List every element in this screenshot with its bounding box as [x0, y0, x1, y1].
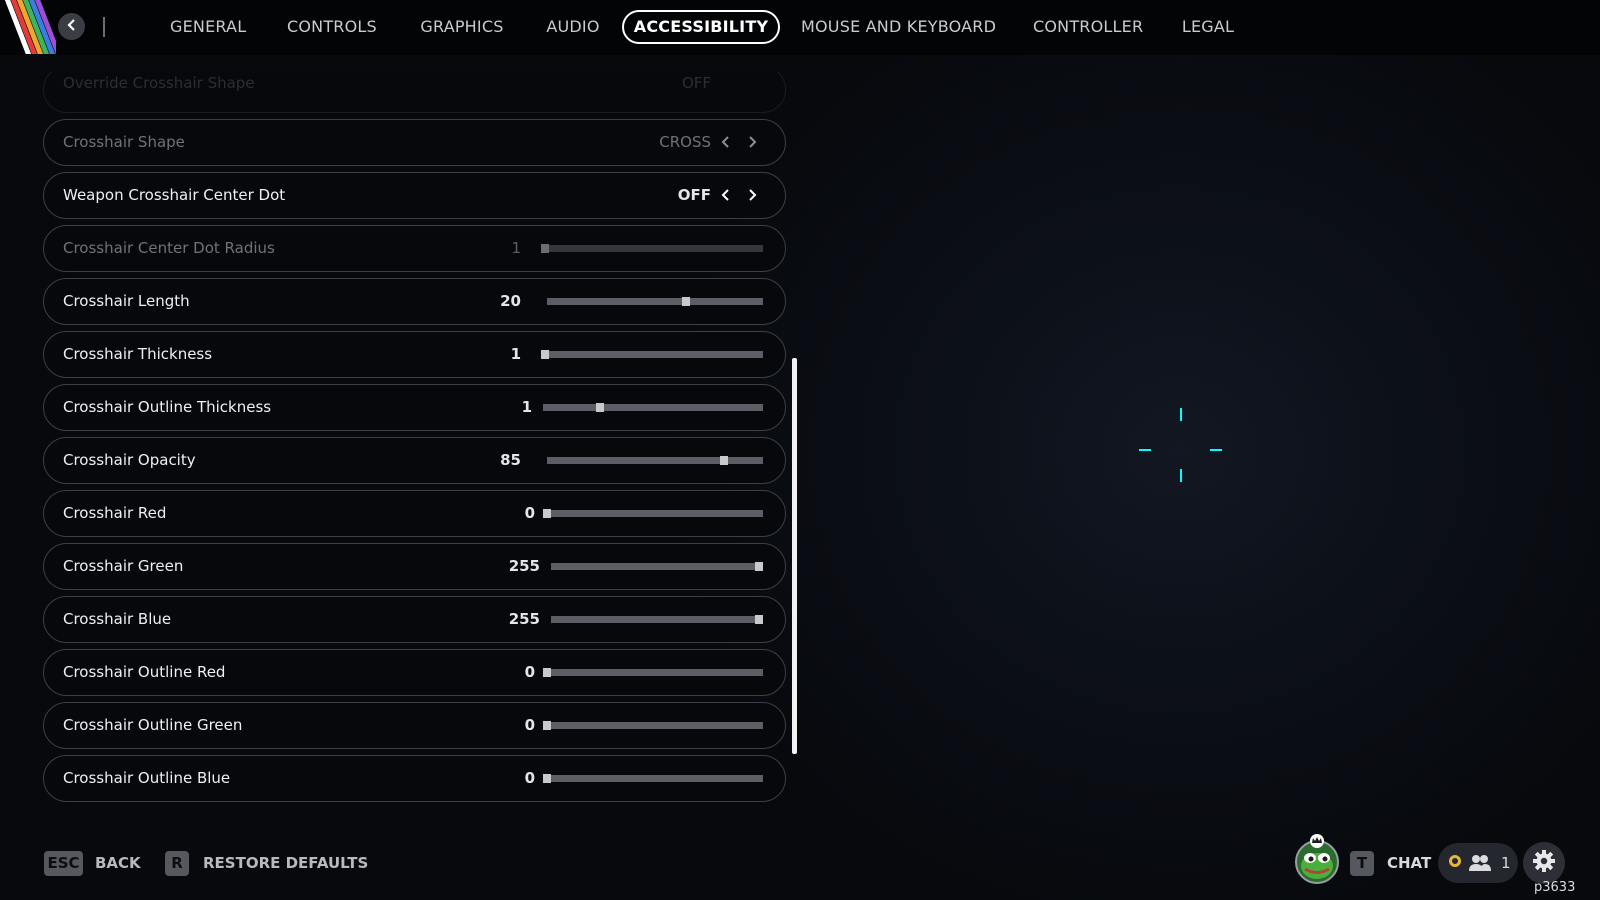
chevron-right-icon[interactable] [742, 185, 762, 205]
back-footer-button[interactable]: BACK [95, 851, 141, 876]
slider-track[interactable] [547, 297, 763, 306]
tab-legal[interactable]: LEGAL [1180, 10, 1236, 44]
slider-thumb[interactable] [755, 562, 763, 571]
slider-track[interactable] [543, 509, 763, 518]
party-status-icon [1449, 855, 1461, 867]
tab-general[interactable]: GENERAL [170, 10, 246, 44]
slider-thumb[interactable] [543, 509, 551, 518]
slider-thumb[interactable] [543, 668, 551, 677]
top-navigation-bar: GENERAL CONTROLS GRAPHICS AUDIO ACCESSIB… [0, 0, 1600, 55]
setting-label: Crosshair Green [63, 557, 184, 575]
setting-row-crosshair-center-dot-radius[interactable]: Crosshair Center Dot Radius 1 [43, 225, 786, 272]
slider-value: 0 [524, 716, 535, 734]
party-button[interactable]: 1 [1438, 843, 1518, 883]
gear-icon [1533, 850, 1555, 876]
slider-value: 1 [511, 239, 521, 257]
slider-track[interactable] [543, 668, 763, 677]
slider-value: 85 [500, 451, 521, 469]
setting-row-crosshair-red[interactable]: Crosshair Red 0 [43, 490, 786, 537]
slider-value: 255 [508, 610, 540, 628]
chevron-right-icon[interactable] [742, 132, 762, 152]
setting-row-crosshair-thickness[interactable]: Crosshair Thickness 1 [43, 331, 786, 378]
tab-controls[interactable]: CONTROLS [287, 10, 377, 44]
slider-value: 0 [524, 769, 535, 787]
slider-track[interactable] [543, 721, 763, 730]
setting-label: Crosshair Blue [63, 610, 172, 628]
setting-label: Crosshair Shape [63, 133, 185, 151]
slider-thumb[interactable] [719, 456, 728, 465]
tab-mouse-and-keyboard[interactable]: MOUSE AND KEYBOARD [801, 10, 996, 44]
r-key-hint: R [165, 851, 189, 876]
tab-accessibility[interactable]: ACCESSIBILITY [622, 10, 780, 44]
setting-row-crosshair-blue[interactable]: Crosshair Blue 255 [43, 596, 786, 643]
slider-track[interactable] [547, 456, 763, 465]
setting-label: Override Crosshair Shape [63, 74, 255, 92]
slider-value: 20 [500, 292, 521, 310]
setting-row-crosshair-length[interactable]: Crosshair Length 20 [43, 278, 786, 325]
build-id: p3633 [1534, 880, 1576, 895]
rainbow-logo-icon [0, 0, 56, 54]
setting-row-crosshair-green[interactable]: Crosshair Green 255 [43, 543, 786, 590]
slider-thumb[interactable] [543, 721, 551, 730]
slider-thumb[interactable] [682, 297, 691, 306]
chat-button[interactable]: CHAT [1387, 851, 1431, 876]
setting-label: Crosshair Thickness [63, 345, 213, 363]
slider-thumb[interactable] [541, 350, 549, 359]
setting-row-weapon-crosshair-center-dot[interactable]: Weapon Crosshair Center Dot OFF [43, 172, 786, 219]
crosshair-preview [1138, 405, 1228, 485]
slider-thumb[interactable] [755, 615, 763, 624]
setting-label: Crosshair Length [63, 292, 190, 310]
setting-row-crosshair-outline-thickness[interactable]: Crosshair Outline Thickness 1 [43, 384, 786, 431]
tab-audio[interactable]: AUDIO [546, 10, 600, 44]
slider-track[interactable] [551, 615, 763, 624]
settings-list[interactable]: Override Crosshair Shape OFF Crosshair S… [43, 72, 788, 808]
t-key-hint: T [1350, 851, 1374, 876]
slider-thumb[interactable] [543, 774, 551, 783]
setting-row-crosshair-opacity[interactable]: Crosshair Opacity 85 [43, 437, 786, 484]
setting-value: OFF [677, 186, 711, 204]
slider-value: 1 [521, 398, 532, 416]
slider-track[interactable] [541, 350, 763, 359]
setting-label: Crosshair Outline Blue [63, 769, 231, 787]
slider-thumb[interactable] [541, 244, 549, 253]
restore-defaults-button[interactable]: RESTORE DEFAULTS [203, 851, 368, 876]
party-count: 1 [1501, 854, 1511, 872]
chevron-left-icon[interactable] [715, 185, 735, 205]
setting-row-crosshair-outline-green[interactable]: Crosshair Outline Green 0 [43, 702, 786, 749]
setting-label: Weapon Crosshair Center Dot [63, 186, 286, 204]
setting-row-override-crosshair-shape[interactable]: Override Crosshair Shape OFF [43, 72, 786, 113]
slider-track[interactable] [543, 403, 763, 412]
setting-label: Crosshair Center Dot Radius [63, 239, 275, 257]
slider-value: 0 [524, 663, 535, 681]
slider-track[interactable] [541, 244, 763, 253]
settings-scrollbar[interactable] [792, 358, 797, 754]
party-icon [1468, 854, 1492, 876]
slider-track[interactable] [551, 562, 763, 571]
setting-label: Crosshair Opacity [63, 451, 196, 469]
tab-controller[interactable]: CONTROLLER [1033, 10, 1143, 44]
setting-label: Crosshair Outline Green [63, 716, 243, 734]
setting-label: Crosshair Outline Red [63, 663, 226, 681]
avatar-icon[interactable] [1293, 834, 1341, 884]
slider-value: 255 [508, 557, 540, 575]
setting-row-crosshair-outline-red[interactable]: Crosshair Outline Red 0 [43, 649, 786, 696]
chevron-left-icon[interactable] [715, 132, 735, 152]
setting-label: Crosshair Red [63, 504, 167, 522]
slider-track[interactable] [543, 774, 763, 783]
setting-row-crosshair-outline-blue[interactable]: Crosshair Outline Blue 0 [43, 755, 786, 802]
slider-value: 1 [510, 345, 521, 363]
esc-key-hint: ESC [44, 851, 83, 876]
tab-graphics[interactable]: GRAPHICS [420, 10, 504, 44]
settings-button[interactable] [1523, 842, 1565, 884]
nav-divider [103, 17, 105, 37]
chevron-left-icon [66, 17, 78, 36]
setting-value: CROSS [659, 133, 711, 151]
setting-row-crosshair-shape[interactable]: Crosshair Shape CROSS [43, 119, 786, 166]
setting-label: Crosshair Outline Thickness [63, 398, 272, 416]
slider-value: 0 [524, 504, 535, 522]
setting-value: OFF [681, 74, 711, 92]
slider-thumb[interactable] [596, 403, 604, 412]
back-button[interactable] [58, 13, 85, 40]
